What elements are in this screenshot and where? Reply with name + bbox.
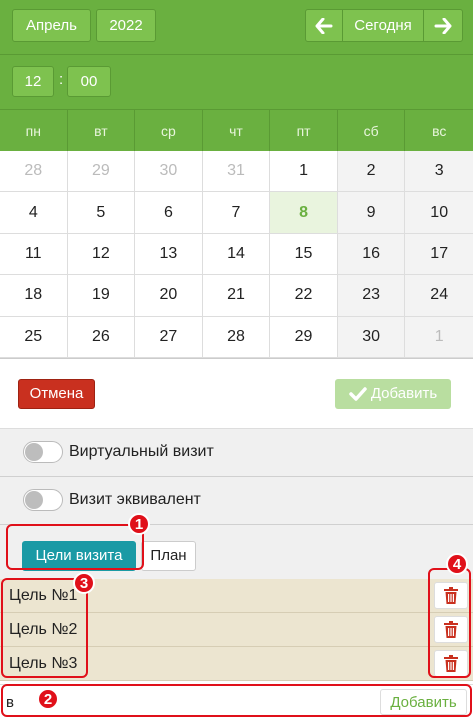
virtual-visit-toggle[interactable] — [23, 441, 63, 464]
weekday-label: ср — [135, 110, 203, 151]
calendar-day[interactable]: 18 — [0, 275, 68, 317]
arrow-right-icon — [434, 17, 452, 34]
trash-icon — [444, 655, 458, 672]
month-selector[interactable]: Апрель — [12, 9, 91, 42]
calendar-grid: 28 29 30 31 1 2 3 4 5 6 7 8 9 10 11 12 13 14 15 16 17 18 19 20 2… — [0, 151, 473, 359]
weekday-label: пн — [0, 110, 68, 151]
equivalent-visit-label: Визит эквивалент — [69, 491, 201, 509]
calendar-day[interactable]: 15 — [270, 233, 338, 276]
calendar-day[interactable]: 13 — [135, 233, 203, 276]
calendar-day[interactable]: 30 — [135, 151, 203, 193]
annotation-badge-2: 2 — [37, 688, 59, 710]
cancel-button[interactable]: Отмена — [18, 378, 95, 409]
annotation-badge-3: 3 — [73, 572, 95, 594]
calendar-day[interactable]: 9 — [337, 192, 406, 234]
calendar-day[interactable]: 1 — [270, 151, 338, 193]
add-button-disabled[interactable]: Добавить — [335, 378, 451, 409]
year-selector[interactable]: 2022 — [96, 9, 156, 42]
tabs-row: Цели визита План — [0, 524, 473, 583]
calendar-day[interactable]: 21 — [202, 275, 271, 317]
tab-plan[interactable]: План — [141, 540, 196, 571]
calendar-day[interactable]: 31 — [202, 151, 271, 193]
weekday-label: вт — [68, 110, 136, 151]
virtual-visit-label: Виртуальный визит — [69, 443, 214, 461]
weekday-label: вс — [432, 122, 447, 139]
toggle-row-equivalent: Визит эквивалент — [0, 476, 473, 525]
weekday-label: сб — [338, 110, 406, 151]
tab-visit-goals[interactable]: Цели визита — [22, 540, 136, 571]
calendar-day[interactable]: 12 — [67, 233, 136, 276]
calendar-header: Апрель 2022 Сегодня — [0, 0, 473, 54]
calendar-actions: Отмена Добавить — [0, 358, 473, 429]
time-separator: : — [59, 71, 64, 88]
list-item: Цель №2 — [0, 613, 473, 647]
add-goal-button[interactable]: Добавить — [380, 689, 467, 715]
goal-label: Цель №3 — [9, 655, 78, 672]
calendar-day[interactable]: 28 — [202, 316, 271, 358]
goals-list: Цель №1 Цель №2 Цель №3 — [0, 579, 473, 681]
calendar-day[interactable]: 11 — [0, 233, 68, 276]
calendar-day[interactable]: 19 — [67, 275, 136, 317]
calendar-day[interactable]: 14 — [202, 233, 271, 276]
calendar-day[interactable]: 16 — [337, 233, 406, 276]
prev-month-button[interactable] — [305, 9, 343, 42]
weekday-label: чт — [203, 110, 271, 151]
list-item: Цель №1 — [0, 579, 473, 613]
add-button-label: Добавить — [370, 385, 438, 403]
calendar-day[interactable]: 20 — [135, 275, 203, 317]
minutes-field[interactable]: 00 — [67, 66, 111, 97]
toggle-knob — [25, 443, 43, 462]
calendar-day[interactable]: 2 — [337, 151, 406, 193]
weekday-header: пн вт ср чт пт сб вс — [0, 109, 473, 151]
calendar-day[interactable]: 3 — [405, 151, 473, 193]
annotation-badge-4: 4 — [446, 553, 468, 575]
check-icon — [349, 387, 367, 401]
equivalent-visit-toggle[interactable] — [23, 489, 63, 512]
calendar-day[interactable]: 5 — [67, 192, 136, 234]
calendar-day[interactable]: 17 — [405, 233, 473, 276]
calendar-day-today[interactable]: 8 — [270, 192, 338, 234]
calendar-day[interactable]: 29 — [270, 316, 338, 358]
toggle-row-virtual: Виртуальный визит — [0, 428, 473, 477]
weekday-label: пт — [270, 110, 338, 151]
toggle-knob — [25, 491, 43, 510]
goal-label: Цель №2 — [9, 621, 78, 638]
delete-goal-button[interactable] — [434, 616, 468, 643]
calendar-day[interactable]: 6 — [135, 192, 203, 234]
list-item: Цель №3 — [0, 647, 473, 681]
calendar-day[interactable]: 28 — [0, 151, 68, 193]
arrow-left-icon — [315, 17, 333, 34]
time-picker: 12 : 00 — [0, 54, 473, 109]
new-goal-input[interactable] — [6, 689, 376, 715]
calendar-day[interactable]: 30 — [337, 316, 406, 358]
delete-goal-button[interactable] — [434, 582, 468, 609]
calendar-day[interactable]: 7 — [202, 192, 271, 234]
calendar-day[interactable]: 26 — [67, 316, 136, 358]
annotation-badge-1: 1 — [128, 513, 150, 535]
calendar-day[interactable]: 4 — [0, 192, 68, 234]
trash-icon — [444, 621, 458, 638]
next-month-button[interactable] — [423, 9, 463, 42]
calendar-day[interactable]: 24 — [405, 275, 473, 317]
calendar-day[interactable]: 10 — [405, 192, 473, 234]
goal-label: Цель №1 — [9, 587, 78, 604]
delete-goal-button[interactable] — [434, 650, 468, 677]
calendar-day[interactable]: 23 — [337, 275, 406, 317]
hours-field[interactable]: 12 — [12, 66, 54, 97]
calendar-day[interactable]: 1 — [405, 316, 473, 358]
new-goal-row: Добавить — [0, 684, 473, 718]
calendar-day[interactable]: 29 — [67, 151, 136, 193]
calendar-day[interactable]: 25 — [0, 316, 68, 358]
trash-icon — [444, 587, 458, 604]
calendar-day[interactable]: 27 — [135, 316, 203, 358]
today-button[interactable]: Сегодня — [342, 9, 424, 42]
calendar-day[interactable]: 22 — [270, 275, 338, 317]
